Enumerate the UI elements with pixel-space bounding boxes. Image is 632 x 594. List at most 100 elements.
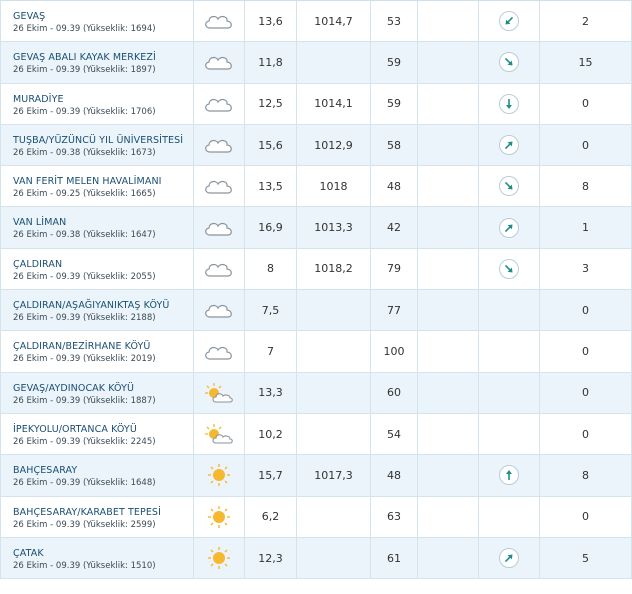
- station-name[interactable]: VAN LİMAN: [13, 217, 193, 229]
- table-row[interactable]: İPEKYOLU/ORTANCA KÖYÜ 26 Ekim - 09.39 (Yü…: [0, 413, 632, 456]
- wind-speed-value: 15: [578, 55, 593, 69]
- temperature-value: 11,8: [245, 42, 297, 83]
- table-row[interactable]: GEVAŞ ABALI KAYAK MERKEZİ 26 Ekim - 09.39…: [0, 42, 632, 84]
- station-cell: MURADİYE 26 Ekim - 09.39 (Yükseklik: 1706…: [1, 83, 194, 124]
- empty-cell: [418, 455, 479, 496]
- wind-direction-cell: [479, 290, 540, 331]
- empty-cell: [418, 372, 479, 413]
- wind-direction-cell: [479, 1, 540, 42]
- wind-speed-value: 0: [582, 345, 589, 359]
- wind-direction-cell: [479, 496, 540, 537]
- wind-direction-cell: [479, 455, 540, 496]
- wind-speed-value: 0: [582, 510, 589, 524]
- empty-cell: [418, 83, 479, 124]
- empty-cell: [418, 1, 479, 42]
- empty-cell: [418, 290, 479, 331]
- wind-speed-value: 8: [582, 468, 589, 482]
- arrow-down-left-icon: [499, 11, 519, 32]
- station-name[interactable]: ÇALDIRAN: [13, 259, 193, 271]
- humidity-value: 48: [371, 455, 418, 496]
- weather-cell: [194, 496, 245, 537]
- station-meta: 26 Ekim - 09.39 (Yükseklik: 2245): [13, 436, 156, 447]
- table-row[interactable]: TUŞBA/YÜZÜNCÜ YIL ÜNİVERSİTESİ 26 Ekim - …: [0, 124, 632, 167]
- table-row[interactable]: ÇALDIRAN/AŞAĞIYANIKTAŞ KÖYÜ 26 Ekim - 09.…: [0, 290, 632, 332]
- wind-direction-cell: [479, 331, 540, 372]
- wind-speed-value: 0: [582, 138, 589, 152]
- station-name[interactable]: TUŞBA/YÜZÜNCÜ YIL ÜNİVERSİTESİ: [13, 135, 193, 147]
- station-name[interactable]: VAN FERİT MELEN HAVALİMANI: [13, 176, 193, 188]
- station-cell: GEVAŞ/AYDINOCAK KÖYÜ 26 Ekim - 09.39 (Yük…: [1, 372, 194, 413]
- table-row[interactable]: ÇALDIRAN 26 Ekim - 09.39 (Yükseklik: 2055…: [0, 248, 632, 291]
- station-meta: 26 Ekim - 09.39 (Yükseklik: 1706): [13, 106, 156, 117]
- table-row[interactable]: ÇATAK 26 Ekim - 09.39 (Yükseklik: 1510) 12…: [0, 537, 632, 580]
- weather-cell: [194, 166, 245, 207]
- weather-cell: [194, 83, 245, 124]
- station-name[interactable]: ÇALDIRAN/BEZİRHANE KÖYÜ: [13, 341, 193, 353]
- arrow-up-icon: [499, 465, 519, 486]
- cloud-icon: [202, 176, 236, 196]
- wind-speed-value: 0: [582, 97, 589, 111]
- arrow-up-right-icon: [499, 217, 519, 238]
- station-meta: 26 Ekim - 09.39 (Yükseklik: 1694): [13, 24, 156, 34]
- partly-sunny-icon: [204, 382, 234, 404]
- table-row[interactable]: ÇALDIRAN/BEZİRHANE KÖYÜ 26 Ekim - 09.39 (…: [0, 331, 632, 373]
- wind-direction-cell: [479, 83, 540, 124]
- sun-icon: [207, 505, 231, 529]
- humidity-value: 54: [371, 413, 418, 455]
- temperature-value: 8: [245, 248, 297, 290]
- table-row[interactable]: MURADİYE 26 Ekim - 09.39 (Yükseklik: 1706…: [0, 83, 632, 125]
- station-name[interactable]: ÇATAK: [13, 548, 193, 560]
- table-row[interactable]: VAN FERİT MELEN HAVALİMANI 26 Ekim - 09.2…: [0, 166, 632, 208]
- humidity-value: 63: [371, 496, 418, 537]
- station-meta: 26 Ekim - 09.39 (Yükseklik: 1648): [13, 478, 156, 489]
- wind-speed-value: 1: [582, 221, 589, 235]
- empty-cell: [418, 413, 479, 455]
- station-cell: İPEKYOLU/ORTANCA KÖYÜ 26 Ekim - 09.39 (Yü…: [1, 413, 194, 455]
- table-row[interactable]: GEVAŞ 26 Ekim - 09.39 (Yükseklik: 1694) 13…: [0, 1, 632, 43]
- temperature-value: 13,5: [245, 166, 297, 207]
- table-row[interactable]: BAHÇESARAY 26 Ekim - 09.39 (Yükseklik: 16…: [0, 455, 632, 497]
- wind-speed-value: 8: [582, 179, 589, 193]
- pressure-value: 1017,3: [297, 455, 371, 496]
- arrow-down-right-icon: [499, 176, 519, 197]
- weather-cell: [194, 248, 245, 290]
- humidity-value: 42: [371, 207, 418, 248]
- temperature-value: 7,5: [245, 290, 297, 331]
- station-meta: 26 Ekim - 09.39 (Yükseklik: 1887): [13, 395, 156, 406]
- wind-direction-cell: [479, 413, 540, 455]
- station-name[interactable]: ÇALDIRAN/AŞAĞIYANIKTAŞ KÖYÜ: [13, 300, 193, 312]
- cloud-icon: [202, 218, 236, 238]
- empty-cell: [418, 124, 479, 166]
- table-row[interactable]: BAHÇESARAY/KARABET TEPESİ 26 Ekim - 09.39…: [0, 496, 632, 538]
- station-cell: ÇALDIRAN 26 Ekim - 09.39 (Yükseklik: 2055…: [1, 248, 194, 290]
- wind-speed-value: 5: [582, 551, 589, 565]
- station-name[interactable]: BAHÇESARAY: [13, 465, 193, 477]
- partly-sunny-icon: [204, 423, 234, 445]
- weather-cell: [194, 290, 245, 331]
- station-cell: GEVAŞ 26 Ekim - 09.39 (Yükseklik: 1694): [1, 1, 194, 42]
- pressure-value: [297, 372, 371, 413]
- temperature-value: 12,3: [245, 537, 297, 579]
- wind-direction-cell: [479, 166, 540, 207]
- station-cell: VAN FERİT MELEN HAVALİMANI 26 Ekim - 09.2…: [1, 166, 194, 207]
- temperature-value: 15,7: [245, 455, 297, 496]
- table-row[interactable]: VAN LİMAN 26 Ekim - 09.38 (Yükseklik: 164…: [0, 207, 632, 249]
- station-name[interactable]: MURADİYE: [13, 94, 193, 106]
- station-name[interactable]: GEVAŞ/AYDINOCAK KÖYÜ: [13, 383, 193, 395]
- temperature-value: 10,2: [245, 413, 297, 455]
- humidity-value: 53: [371, 1, 418, 42]
- weather-cell: [194, 537, 245, 579]
- station-name[interactable]: İPEKYOLU/ORTANCA KÖYÜ: [13, 424, 193, 436]
- wind-direction-cell: [479, 42, 540, 83]
- humidity-value: 100: [371, 331, 418, 372]
- pressure-value: [297, 331, 371, 372]
- station-meta: 26 Ekim - 09.39 (Yükseklik: 2055): [13, 271, 156, 282]
- cloud-icon: [202, 259, 236, 279]
- station-cell: ÇALDIRAN/BEZİRHANE KÖYÜ 26 Ekim - 09.39 (…: [1, 331, 194, 372]
- table-row[interactable]: GEVAŞ/AYDINOCAK KÖYÜ 26 Ekim - 09.39 (Yük…: [0, 372, 632, 414]
- station-meta: 26 Ekim - 09.38 (Yükseklik: 1647): [13, 230, 156, 241]
- station-name[interactable]: BAHÇESARAY/KARABET TEPESİ: [13, 507, 193, 519]
- station-name[interactable]: GEVAŞ ABALI KAYAK MERKEZİ: [13, 52, 193, 64]
- pressure-value: 1014,1: [297, 83, 371, 124]
- station-name[interactable]: GEVAŞ: [13, 11, 193, 23]
